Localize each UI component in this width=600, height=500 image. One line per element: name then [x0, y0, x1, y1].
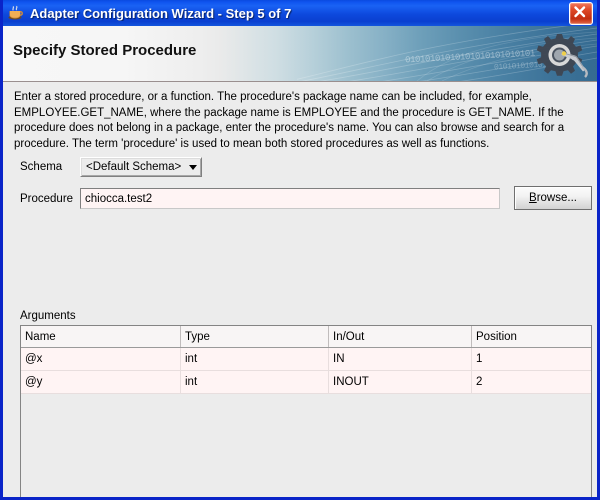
procedure-label: Procedure [20, 192, 74, 205]
schema-select[interactable]: <Default Schema> [80, 157, 202, 177]
table-header-row: Name Type In/Out Position [21, 326, 591, 348]
table-row[interactable]: @x int IN 1 [21, 347, 591, 371]
arguments-table-container[interactable]: Name Type In/Out Position @x int IN 1 @y [20, 325, 592, 497]
arguments-table: Name Type In/Out Position @x int IN 1 @y [21, 326, 591, 394]
cell-in-out: IN [328, 347, 472, 371]
arguments-section-label: Arguments [20, 310, 76, 322]
cell-position: 1 [471, 347, 591, 371]
close-icon[interactable] [569, 1, 593, 25]
wizard-banner: 01010101010101010101010101 010101010101 … [3, 26, 597, 82]
title-bar: Adapter Configuration Wizard - Step 5 of… [3, 0, 597, 26]
description-text: Enter a stored procedure, or a function.… [14, 91, 565, 150]
schema-selected-value: <Default Schema> [86, 161, 182, 173]
adapter-configuration-wizard-dialog: Adapter Configuration Wizard - Step 5 of… [0, 0, 600, 500]
window-title: Adapter Configuration Wizard - Step 5 of… [30, 5, 292, 21]
table-row[interactable]: @y int INOUT 2 [21, 370, 591, 394]
column-header-type[interactable]: Type [180, 326, 329, 348]
cell-type: int [180, 347, 329, 371]
browse-button-label-rest: rowse... [536, 192, 577, 204]
browse-button[interactable]: Browse... [514, 186, 592, 210]
dialog-content: Enter a stored procedure, or a function.… [6, 82, 594, 497]
page-title: Specify Stored Procedure [13, 42, 197, 59]
column-header-position[interactable]: Position [471, 326, 591, 348]
column-header-in-out[interactable]: In/Out [328, 326, 472, 348]
cell-in-out: INOUT [328, 370, 472, 394]
cell-position: 2 [471, 370, 591, 394]
procedure-input[interactable] [80, 188, 500, 209]
schema-row: Schema <Default Schema> [20, 157, 202, 177]
chevron-down-icon [189, 164, 197, 170]
cell-name: @y [21, 370, 181, 394]
schema-label: Schema [20, 161, 63, 173]
column-header-name[interactable]: Name [21, 326, 181, 348]
cell-type: int [180, 370, 329, 394]
java-coffee-cup-icon [7, 4, 25, 22]
gear-and-wrench-icon [536, 34, 588, 78]
procedure-row: Procedure [20, 188, 500, 209]
cell-name: @x [21, 347, 181, 371]
